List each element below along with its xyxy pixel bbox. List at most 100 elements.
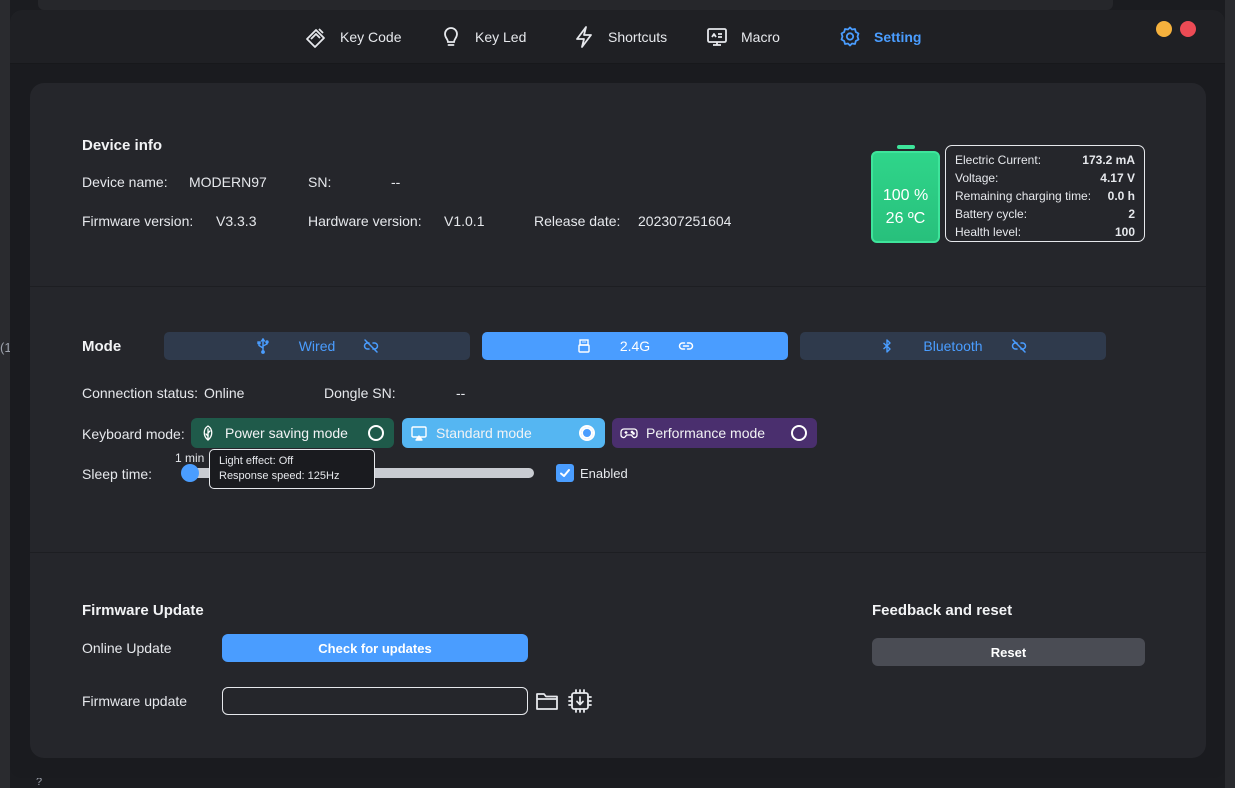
performance-mode-option[interactable]: Performance mode <box>612 418 817 448</box>
sleep-time-slider-thumb[interactable] <box>181 464 199 482</box>
firmware-file-input[interactable] <box>222 687 528 715</box>
stat-label: Voltage: <box>955 171 999 185</box>
mode-24g-button[interactable]: 2.4G <box>482 332 788 360</box>
mode-title: Mode <box>82 338 122 355</box>
mode-bluetooth-button[interactable]: Bluetooth <box>800 332 1106 360</box>
stat-row: Electric Current: 173.2 mA <box>955 151 1135 169</box>
battery-stats-box: Electric Current: 173.2 mA Voltage: 4.17 V… <box>945 145 1145 242</box>
checkmark-icon <box>560 469 570 477</box>
tooltip-light-effect: Light effect: Off <box>219 455 294 467</box>
power-saving-mode-label: Power saving mode <box>225 425 348 441</box>
feedback-reset-title: Feedback and reset <box>872 602 1013 619</box>
firmware-version-value: V3.3.3 <box>216 213 257 229</box>
nav-key-led[interactable]: Key Led <box>439 24 526 50</box>
settings-panel: Device info Device name: MODERN97 SN: --… <box>30 83 1206 758</box>
top-navigation: Key Code Key Led Shortcuts Macro Setting <box>10 10 1225 64</box>
stat-row: Voltage: 4.17 V <box>955 169 1135 187</box>
reset-button[interactable]: Reset <box>872 638 1145 666</box>
power-saving-mode-option[interactable]: Power saving mode <box>191 418 394 448</box>
standard-mode-radio[interactable] <box>579 425 595 441</box>
nav-macro[interactable]: Macro <box>705 24 780 50</box>
nav-macro-label: Macro <box>741 29 780 45</box>
device-name-label: Device name: <box>82 174 168 190</box>
nav-setting[interactable]: Setting <box>838 24 921 50</box>
stat-value: 173.2 mA <box>1082 153 1135 167</box>
dongle-icon <box>578 339 590 353</box>
section-divider <box>30 552 1206 553</box>
bluetooth-icon <box>883 339 892 353</box>
stat-label: Remaining charging time: <box>955 189 1092 203</box>
unlink-icon <box>364 339 379 353</box>
device-name-value: MODERN97 <box>189 174 267 190</box>
keyboard-mode-label: Keyboard mode: <box>82 426 185 442</box>
stat-value: 100 <box>1114 225 1135 239</box>
check-for-updates-button[interactable]: Check for updates <box>222 634 528 662</box>
connection-status-label: Connection status: <box>82 385 198 401</box>
firmware-update-title: Firmware Update <box>82 602 204 619</box>
mode-bluetooth-label: Bluetooth <box>923 338 983 354</box>
sn-label: SN: <box>308 174 332 190</box>
mode-wired-label: Wired <box>298 338 336 354</box>
close-button[interactable] <box>1180 21 1196 37</box>
release-date-value: 202307251604 <box>638 213 732 229</box>
stat-row: Health level: 100 <box>955 223 1135 241</box>
stat-label: Health level: <box>955 225 1022 239</box>
link-icon <box>678 342 694 350</box>
stat-label: Battery cycle: <box>955 207 1028 221</box>
mode-wired-button[interactable]: Wired <box>164 332 470 360</box>
sn-value: -- <box>391 174 401 190</box>
stat-value: 0.0 h <box>1107 189 1135 203</box>
background-window-edge-right <box>1225 0 1235 788</box>
sleep-time-label: Sleep time: <box>82 466 153 482</box>
standard-mode-label: Standard mode <box>436 425 532 441</box>
hardware-version-value: V1.0.1 <box>444 213 485 229</box>
dongle-sn-label: Dongle SN: <box>324 385 396 401</box>
background-window-topbar <box>38 0 1113 10</box>
power-saving-mode-radio[interactable] <box>368 425 384 441</box>
stat-row: Battery cycle: 2 <box>955 205 1135 223</box>
nav-shortcuts-label: Shortcuts <box>608 29 668 45</box>
release-date-label: Release date: <box>534 213 621 229</box>
firmware-version-label: Firmware version: <box>82 213 194 229</box>
background-window-edge <box>0 0 10 788</box>
device-info-title: Device info <box>82 137 163 154</box>
nav-key-led-label: Key Led <box>475 29 527 45</box>
stat-value: 4.17 V <box>1100 171 1135 185</box>
gear-icon <box>840 26 860 47</box>
chip-download-icon[interactable] <box>567 688 593 714</box>
usb-icon <box>257 338 269 354</box>
keycap-icon <box>306 28 325 48</box>
battery-temperature: 26 ºC <box>885 210 926 227</box>
performance-mode-radio[interactable] <box>791 425 807 441</box>
firmware-update-label: Firmware update <box>82 693 188 709</box>
enabled-checkbox[interactable] <box>556 464 574 482</box>
nav-key-code-label: Key Code <box>340 29 402 45</box>
standard-mode-option[interactable]: Standard mode <box>402 418 605 448</box>
monitor-icon <box>707 28 727 46</box>
folder-icon[interactable] <box>534 688 560 714</box>
app-window: Key Code Key Led Shortcuts Macro Setting… <box>10 10 1225 778</box>
battery-percent: 100 % <box>882 187 929 204</box>
mode-24g-label: 2.4G <box>619 338 651 354</box>
battery-cap <box>897 145 915 149</box>
stat-label: Electric Current: <box>955 153 1042 167</box>
dongle-sn-value: -- <box>456 385 466 401</box>
unlink-icon <box>1011 339 1026 353</box>
stat-row: Remaining charging time: 0.0 h <box>955 187 1135 205</box>
hardware-version-label: Hardware version: <box>308 213 422 229</box>
nav-shortcuts[interactable]: Shortcuts <box>572 24 667 50</box>
section-divider <box>30 286 1206 287</box>
connection-status-value: Online <box>204 385 245 401</box>
nav-key-code[interactable]: Key Code <box>304 24 401 50</box>
tooltip-response-speed: Response speed: 125Hz <box>219 470 340 482</box>
battery-indicator: 100 % 26 ºC <box>871 151 940 243</box>
nav-setting-label: Setting <box>874 29 922 45</box>
lightning-icon <box>576 26 592 48</box>
performance-mode-label: Performance mode <box>646 425 766 441</box>
leaf-icon <box>203 425 213 441</box>
gamepad-icon <box>620 428 638 439</box>
enabled-label: Enabled <box>580 466 628 481</box>
stat-value: 2 <box>1128 207 1135 221</box>
minimize-button[interactable] <box>1156 21 1172 37</box>
mode-tooltip: Light effect: Off Response speed: 125Hz <box>209 449 375 489</box>
